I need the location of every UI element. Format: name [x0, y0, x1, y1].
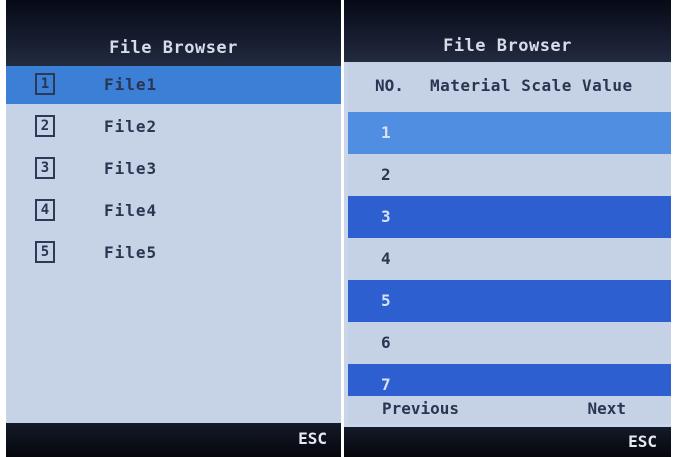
file-list-item[interactable]: 2 File2 — [6, 108, 341, 146]
file-list-item[interactable]: 1 File1 — [6, 66, 341, 104]
file-name-label: File4 — [104, 201, 158, 220]
file-index-box: 5 — [35, 241, 55, 263]
table-row[interactable]: 3 — [348, 196, 671, 238]
row-number-cell: 2 — [381, 165, 391, 184]
footer-bar: ESC — [344, 427, 671, 457]
file-name-label: File1 — [104, 75, 158, 94]
esc-button[interactable]: ESC — [298, 429, 327, 448]
row-number-cell: 3 — [381, 207, 391, 226]
file-index-box: 2 — [35, 115, 55, 137]
title-bar: File Browser — [344, 0, 671, 62]
previous-button[interactable]: Previous — [382, 399, 459, 418]
file-name-label: File5 — [104, 243, 158, 262]
file-list-item[interactable]: 3 File3 — [6, 150, 341, 188]
table-row[interactable]: 1 — [348, 112, 671, 154]
footer-bar: ESC — [6, 423, 341, 457]
esc-button[interactable]: ESC — [628, 432, 657, 451]
screen-title: File Browser — [443, 36, 572, 56]
next-button[interactable]: Next — [587, 399, 626, 418]
file-list: 1 File1 2 File2 3 File3 4 File4 5 File5 — [6, 66, 341, 423]
screen-title: File Browser — [109, 38, 238, 58]
row-number-cell: 1 — [381, 123, 391, 142]
right-file-browser-screen: File Browser NO. Material Scale Value 1 2… — [344, 0, 671, 457]
row-number-cell: 6 — [381, 333, 391, 352]
file-list-item[interactable]: 4 File4 — [6, 192, 341, 230]
column-header-no: NO. — [375, 76, 404, 95]
material-table: NO. Material Scale Value 1234567 — [348, 62, 671, 424]
file-name-label: File3 — [104, 159, 158, 178]
table-row[interactable]: 4 — [348, 238, 671, 280]
table-row[interactable]: 2 — [348, 154, 671, 196]
table-row[interactable]: 5 — [348, 280, 671, 322]
left-file-browser-screen: File Browser 1 File1 2 File2 3 File3 4 File4 5 Fi… — [6, 0, 341, 457]
file-index-box: 4 — [35, 199, 55, 221]
row-number-cell: 4 — [381, 249, 391, 268]
pagination-bar: Previous Next — [348, 396, 671, 424]
file-index-box: 1 — [35, 73, 55, 95]
row-number-cell: 5 — [381, 291, 391, 310]
table-row[interactable]: 6 — [348, 322, 671, 364]
title-bar: File Browser — [6, 0, 341, 66]
column-header-material-scale-value: Material Scale Value — [430, 76, 633, 95]
file-name-label: File2 — [104, 117, 158, 136]
file-list-item[interactable]: 5 File5 — [6, 234, 341, 272]
table-header: NO. Material Scale Value — [348, 62, 671, 112]
file-index-box: 3 — [35, 157, 55, 179]
